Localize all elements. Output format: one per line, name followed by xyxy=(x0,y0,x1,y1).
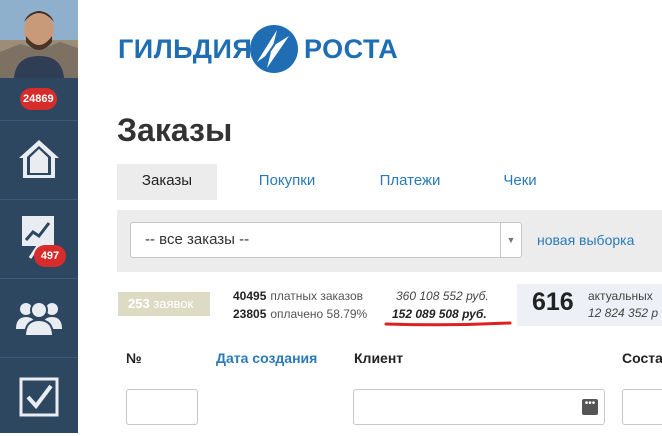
tab-payments[interactable]: Платежи xyxy=(366,164,454,200)
actual-count: 616 xyxy=(532,288,574,316)
tab-orders[interactable]: Заказы xyxy=(117,164,217,200)
paid-stat: 23805 оплачено 58.79% xyxy=(233,307,367,321)
column-created-date[interactable]: Дата создания xyxy=(216,350,317,366)
nav-clients[interactable] xyxy=(0,279,78,357)
column-number: № xyxy=(126,350,142,366)
paid-orders-stat: 40495 платных заказов xyxy=(233,289,363,303)
actual-amount: 12 824 352 р xyxy=(588,306,659,320)
requests-badge[interactable]: 253 заявок xyxy=(118,292,210,316)
column-composition: Соста xyxy=(622,350,662,366)
number-filter-input[interactable] xyxy=(126,389,198,425)
paid-count: 23805 xyxy=(233,307,267,321)
select-value: -- все заказы -- xyxy=(145,231,250,248)
tabs: Заказы Покупки Платежи Чеки xyxy=(117,164,662,200)
page-title: Заказы xyxy=(117,112,233,148)
paid-label: оплачено 58.79% xyxy=(270,307,368,321)
paid-orders-count: 40495 xyxy=(233,289,267,303)
column-client: Клиент xyxy=(354,350,404,366)
logo-text-left: ГИЛЬДИЯ xyxy=(118,34,253,64)
tab-purchases[interactable]: Покупки xyxy=(243,164,331,200)
nav-tasks[interactable] xyxy=(0,358,78,436)
nav-analytics[interactable] xyxy=(0,200,78,278)
more-options-icon[interactable]: ••• xyxy=(582,399,598,415)
checkbox-icon xyxy=(19,377,59,417)
requests-count: 253 xyxy=(128,296,150,311)
orders-filter-select[interactable]: -- все заказы -- ▼ xyxy=(130,222,522,258)
actual-label: актуальных xyxy=(588,289,653,303)
nav-home[interactable] xyxy=(0,121,78,199)
users-group-icon xyxy=(16,301,62,337)
avatar[interactable] xyxy=(0,0,78,78)
new-selection-link[interactable]: новая выборка xyxy=(537,232,634,248)
tab-receipts[interactable]: Чеки xyxy=(489,164,551,200)
home-icon xyxy=(19,140,59,178)
filter-bar: -- все заказы -- ▼ новая выборка xyxy=(117,210,662,272)
logo-icon xyxy=(250,25,298,73)
analytics-badge[interactable]: 497 xyxy=(34,245,66,267)
composition-filter-input[interactable] xyxy=(622,389,662,425)
actual-orders-box[interactable]: 616 актуальных 12 824 352 р xyxy=(517,284,662,326)
paid-orders-label: платных заказов xyxy=(270,289,364,303)
paid-amount: 152 089 508 руб. xyxy=(392,307,487,321)
dropdown-arrow-icon[interactable]: ▼ xyxy=(500,223,521,257)
logo-text-right: РОСТА xyxy=(304,34,399,64)
requests-label: заявок xyxy=(153,296,194,311)
notifications-badge[interactable]: 24869 xyxy=(20,88,57,110)
sidebar: 24869 497 xyxy=(0,0,78,433)
total-amount: 360 108 552 руб. xyxy=(396,289,489,303)
client-filter-input[interactable]: ••• xyxy=(353,389,605,425)
highlight-underline xyxy=(384,321,512,327)
